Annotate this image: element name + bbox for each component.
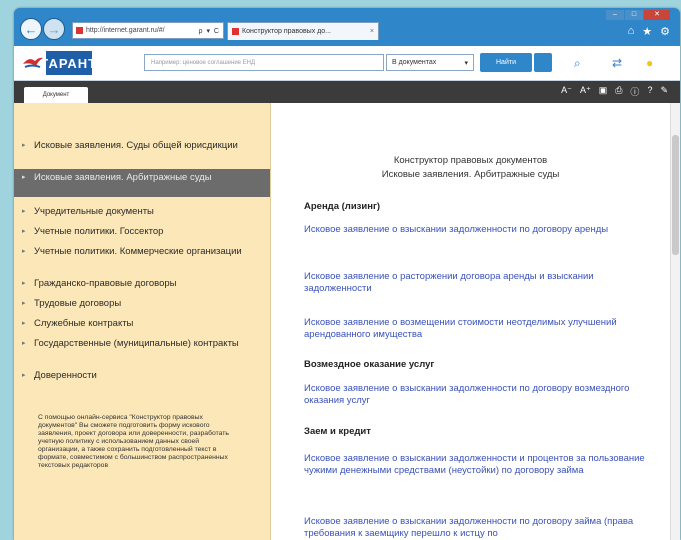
section-heading: Аренда (лизинг)	[304, 201, 381, 212]
scrollbar-thumb[interactable]	[672, 135, 679, 255]
sidebar-item-labor-contracts[interactable]: Трудовые договоры	[14, 299, 270, 310]
tab-title: Конструктор правовых до...	[242, 28, 331, 35]
lightbulb-icon[interactable]: ●	[646, 56, 653, 70]
content-scrollbar[interactable]	[670, 103, 680, 540]
zoom-out-icon[interactable]: A⁻	[561, 85, 572, 98]
document-tools: A⁻ A⁺ ▣ ⎙ ⓘ ? ✎	[561, 85, 668, 98]
forward-button[interactable]: →	[43, 18, 65, 40]
save-icon[interactable]: ▣	[599, 85, 608, 98]
sidebar-item-courts-general[interactable]: Исковые заявления. Суды общей юрисдикции	[14, 141, 270, 152]
minimize-button[interactable]: ‒	[606, 10, 624, 20]
document-content: Конструктор правовых документов Исковые …	[271, 103, 670, 540]
print-icon[interactable]: ⎙	[615, 85, 622, 98]
search-scope-select[interactable]: В документах ▾	[386, 54, 474, 71]
app-toolbar: ГАРАНТ Например: ценовое соглашение ЕНД …	[14, 46, 680, 81]
favorites-star-icon[interactable]: ★	[642, 25, 652, 38]
document-link[interactable]: Исковое заявление о взыскании задолженно…	[304, 383, 649, 407]
site-favicon-icon	[76, 27, 83, 34]
document-link[interactable]: Исковое заявление о взыскании задолженно…	[304, 453, 649, 477]
extended-search-button[interactable]	[534, 53, 552, 72]
browser-window: ← → http://internet.garant.ru/#/ ρ ▾ C К…	[14, 8, 680, 540]
info-icon[interactable]: ⓘ	[630, 85, 639, 98]
window-controls: ‒ □ ✕	[606, 10, 670, 20]
logo-text: ГАРАНТ	[41, 51, 96, 75]
document-link[interactable]: Исковое заявление о возмещении стоимости…	[304, 317, 649, 341]
document-strip: Документ A⁻ A⁺ ▣ ⎙ ⓘ ? ✎	[14, 81, 680, 103]
browser-titlebar: ← → http://internet.garant.ru/#/ ρ ▾ C К…	[14, 8, 680, 46]
document-link[interactable]: Исковое заявление о взыскании задолженно…	[304, 224, 649, 236]
document-link[interactable]: Исковое заявление о взыскании задолженно…	[304, 516, 649, 540]
find-button[interactable]: Найти	[480, 53, 532, 72]
sidebar-item-arbitration-courts[interactable]: Исковые заявления. Арбитражные суды	[14, 169, 270, 197]
edit-icon[interactable]: ✎	[660, 85, 668, 98]
sidebar-item-constituent-documents[interactable]: Учредительные документы	[14, 207, 270, 218]
chevron-down-icon: ▾	[464, 59, 468, 67]
back-button[interactable]: ←	[20, 18, 42, 40]
tab-document[interactable]: Документ	[24, 87, 88, 103]
sidebar: Исковые заявления. Суды общей юрисдикции…	[14, 103, 271, 540]
sidebar-item-state-contracts[interactable]: Государственные (муниципальные) контракт…	[14, 339, 270, 350]
settings-gear-icon[interactable]: ⚙	[660, 25, 670, 38]
browser-icons: ⌂ ★ ⚙	[628, 25, 670, 38]
home-icon[interactable]: ⌂	[628, 25, 635, 38]
page-title: Конструктор правовых документов	[393, 155, 548, 166]
zoom-in-icon[interactable]: A⁺	[580, 85, 591, 98]
scope-label: В документах	[392, 59, 437, 66]
sidebar-item-civil-contracts[interactable]: Гражданско-правовые договоры	[14, 279, 270, 290]
compare-icon[interactable]: ⇄	[612, 56, 622, 70]
tab-close-icon[interactable]: ×	[370, 28, 378, 35]
page-subtitle: Исковые заявления. Арбитражные суды	[381, 169, 560, 180]
garant-logo[interactable]: ГАРАНТ	[22, 51, 96, 75]
sidebar-item-accounting-public[interactable]: Учетные политики. Госсектор	[14, 227, 270, 238]
maximize-button[interactable]: □	[625, 10, 643, 20]
sidebar-item-service-contracts[interactable]: Служебные контракты	[14, 319, 270, 330]
tab-favicon-icon	[232, 28, 239, 35]
address-bar[interactable]: http://internet.garant.ru/#/ ρ ▾ C	[72, 22, 224, 39]
help-icon[interactable]: ?	[647, 85, 652, 98]
document-link[interactable]: Исковое заявление о расторжении договора…	[304, 271, 649, 295]
section-heading: Заем и кредит	[304, 426, 371, 437]
close-window-button[interactable]: ✕	[644, 10, 670, 20]
sidebar-item-powers-of-attorney[interactable]: Доверенности	[14, 371, 270, 382]
browser-tab[interactable]: Конструктор правовых до... ×	[227, 22, 379, 40]
search-card-icon[interactable]: ⌕	[574, 56, 581, 71]
address-text: http://internet.garant.ru/#/	[86, 27, 165, 34]
section-heading: Возмездное оказание услуг	[304, 359, 435, 370]
sidebar-item-accounting-commercial[interactable]: Учетные политики. Коммерческие организац…	[14, 247, 270, 258]
search-input[interactable]: Например: ценовое соглашение ЕНД	[144, 54, 384, 71]
address-tools[interactable]: ρ ▾ C	[199, 27, 223, 35]
service-description: С помощью онлайн-сервиса "Конструктор пр…	[38, 414, 229, 469]
